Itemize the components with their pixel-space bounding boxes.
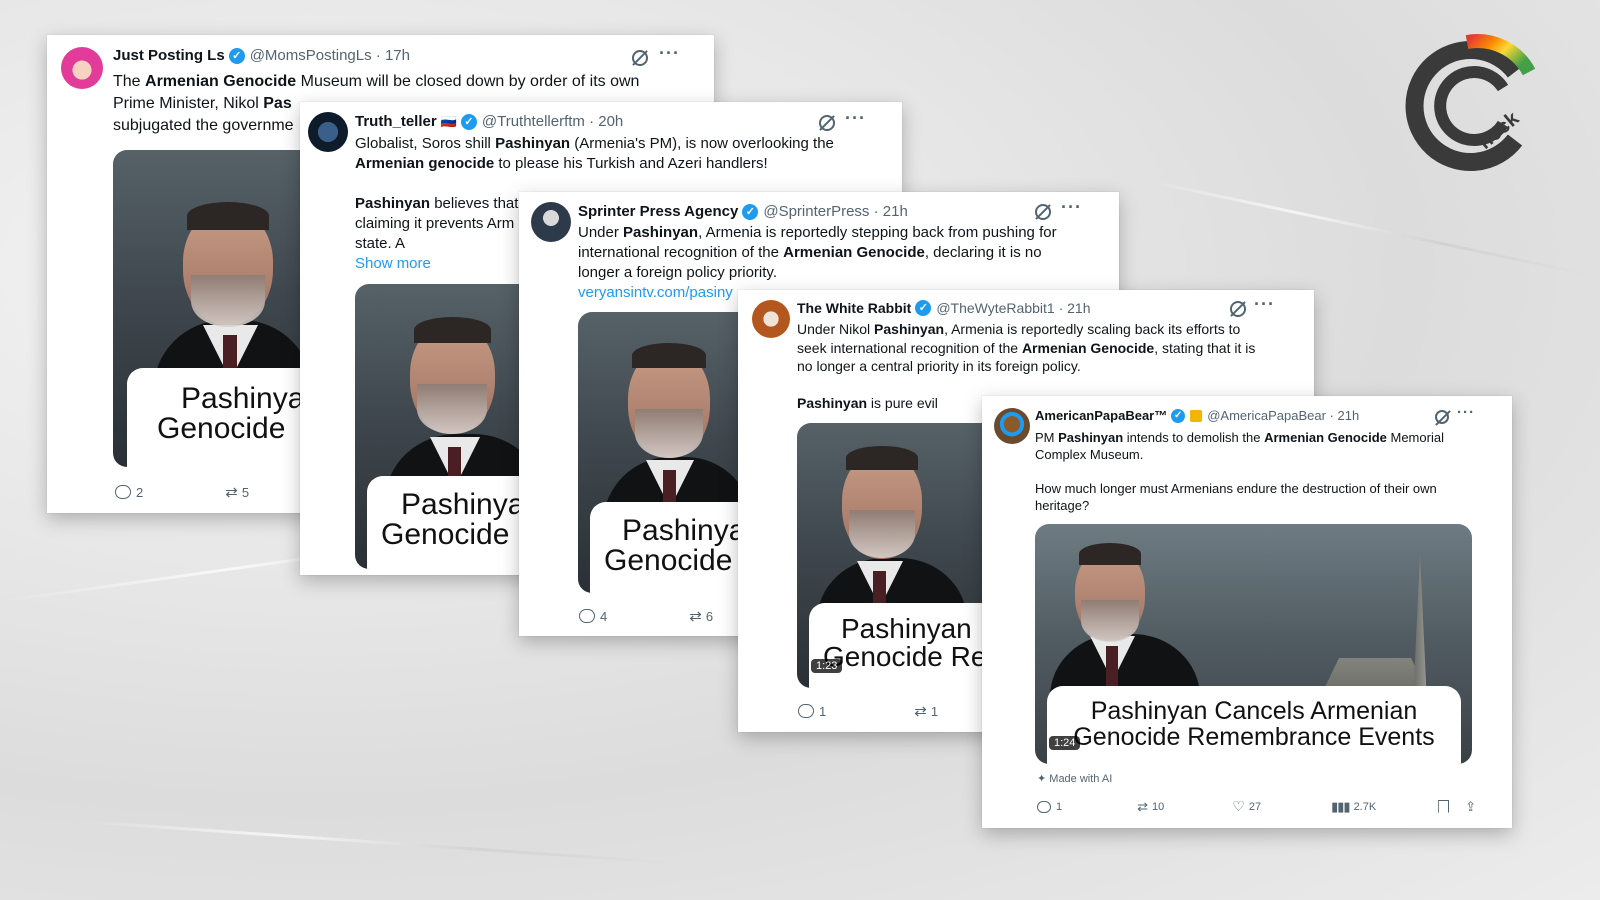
tweet-actions: 1 ⇄ 1 [798,702,938,720]
author-handle[interactable]: @TheWyteRabbit1 · 21h [936,300,1090,316]
author-handle[interactable]: @AmericaPapaBear · 21h [1207,408,1359,423]
repost-button[interactable]: ⇄ 5 [225,483,249,501]
heart-icon: ♡ [1232,798,1245,814]
reply-button[interactable]: 1 [798,704,826,719]
video-thumbnail[interactable]: Pashinyan Cancels Armenian Genocide Reme… [1035,524,1472,764]
more-icon[interactable]: ··· [1254,294,1275,315]
tweet-text: PM Pashinyan intends to demolish the Arm… [1035,430,1444,513]
repost-icon: ⇄ [225,484,238,501]
bookmark-button[interactable] [1438,800,1450,813]
reply-button[interactable]: 2 [115,485,143,500]
check-logo: heck [1405,34,1536,171]
views-button[interactable]: ▮▮▮ 2.7K [1331,799,1376,815]
show-more-link[interactable]: Show more [355,255,431,272]
repost-icon: ⇄ [914,703,927,720]
paper-crease [79,820,679,865]
more-icon[interactable]: ··· [659,43,680,64]
like-button[interactable]: ♡ 27 [1232,798,1261,815]
video-caption: Pashinyan Genocide Re [809,603,997,688]
reply-icon [115,485,131,499]
share-icon: ⇪ [1465,798,1477,814]
author-handle[interactable]: @MomsPostingLs · 17h [250,47,410,64]
sparkle-icon: ✦ [1037,773,1047,785]
tweet-actions: 4 ⇄ 6 [579,607,713,625]
author-name[interactable]: Sprinter Press Agency [578,203,738,220]
bookmark-icon [1438,800,1450,813]
repost-icon: ⇄ [1137,798,1149,814]
video-duration: 1:23 [811,659,843,673]
verified-icon: ✓ [742,203,759,220]
video-caption: Pashinyan Cancels Armenian Genocide Reme… [1047,686,1461,764]
share-button[interactable]: ⇪ [1465,799,1476,815]
play-icon[interactable] [369,537,381,553]
reply-button[interactable]: 1 [1037,800,1062,813]
flag-icon: 🇷🇺 [440,113,457,129]
tweet-card-5: AmericanPapaBear™ ✓ @AmericaPapaBear · 2… [982,396,1512,828]
verified-icon: ✓ [460,113,477,130]
video-duration: 1:24 [1049,736,1081,750]
paper-crease [1149,180,1591,277]
verified-icon: ✓ [228,47,245,64]
avatar[interactable] [531,202,571,242]
author-name[interactable]: AmericanPapaBear™ [1035,408,1167,423]
reply-icon [798,704,814,718]
tweet-actions: 2 ⇄ 5 [115,483,249,501]
article-link[interactable]: veryansintv.com/pasiny [578,284,733,301]
video-thumbnail[interactable]: Pashinyan Genocide Re 1:23 [797,423,997,688]
more-icon[interactable]: ··· [1061,197,1082,218]
grok-icon[interactable] [1230,301,1246,317]
reply-button[interactable]: 4 [579,609,607,624]
verified-icon: ✓ [1171,408,1186,423]
grok-icon[interactable] [819,115,835,131]
avatar[interactable] [994,408,1030,444]
reply-icon [579,609,595,623]
play-icon[interactable] [129,435,141,451]
tweet-actions: 1 ⇄ 10 ♡ 27 ▮▮▮ 2.7K ⇪ [1037,798,1476,815]
views-icon: ▮▮▮ [1331,798,1350,814]
verified-icon: ✓ [915,300,932,316]
affiliate-badge-icon [1190,409,1203,422]
author-handle[interactable]: @SprinterPress · 21h [763,203,907,220]
avatar[interactable] [752,300,790,338]
grok-icon[interactable] [1035,204,1051,220]
repost-button[interactable]: ⇄ 1 [914,702,938,720]
author-name[interactable]: Truth_teller [355,113,437,130]
repost-button[interactable]: ⇄ 10 [1137,799,1164,815]
memorial-spire [1413,554,1427,704]
made-with-ai-label: ✦ Made with AI [1037,773,1113,785]
author-name[interactable]: Just Posting Ls [113,47,225,64]
avatar[interactable] [308,112,348,152]
reply-icon [1037,800,1051,813]
more-icon[interactable]: ··· [845,108,866,129]
repost-button[interactable]: ⇄ 6 [689,607,713,625]
avatar[interactable] [61,47,103,89]
play-icon[interactable] [592,562,604,578]
author-name[interactable]: The White Rabbit [797,300,911,316]
author-handle[interactable]: @Truthtellerftm · 20h [482,113,623,130]
more-icon[interactable]: ··· [1457,404,1475,421]
repost-icon: ⇄ [689,608,702,625]
grok-icon[interactable] [1435,410,1449,424]
grok-icon[interactable] [632,50,648,66]
